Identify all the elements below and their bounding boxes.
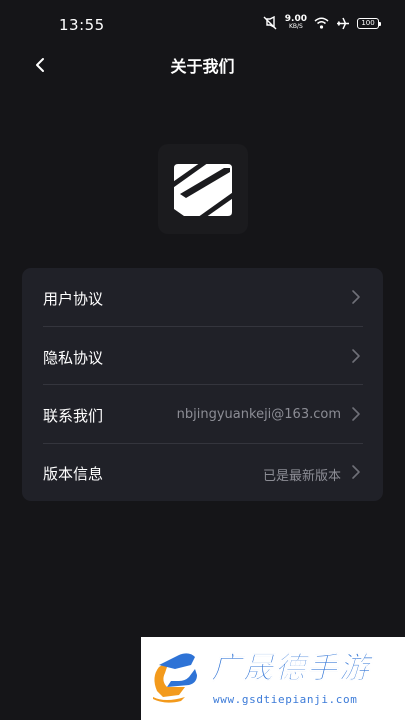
watermark-banner: 广晟德手游 www.gsdtiepianji.com — [141, 637, 405, 720]
wifi-icon — [314, 17, 329, 29]
menu-item-user-agreement[interactable]: 用户协议 — [22, 268, 383, 326]
network-speed-unit: KB/S — [288, 23, 303, 30]
mute-icon — [263, 16, 277, 30]
watermark-title-text: 广晟德手游 — [211, 651, 374, 686]
app-logo — [158, 144, 248, 234]
battery-level: 100 — [361, 19, 375, 27]
contact-email: nbjingyuankeji@163.com — [176, 407, 341, 422]
chevron-right-icon — [352, 290, 360, 304]
watermark-logo-icon — [153, 653, 197, 703]
network-speed: 9.00 KB/S — [285, 15, 307, 31]
settings-card: 用户协议 隐私协议 联系我们 nbjingyuankeji@163.com 版本… — [22, 268, 383, 501]
menu-item-privacy-policy[interactable]: 隐私协议 — [22, 327, 383, 385]
airplane-icon — [337, 17, 349, 29]
about-us-screen: 13:55 9.00 KB/S 100 关于我们 用户协议 隐私协议 联系我们 … — [0, 0, 405, 720]
menu-item-label: 联系我们 — [43, 407, 104, 425]
battery-icon: 100 — [357, 17, 381, 29]
menu-item-contact-us[interactable]: 联系我们 nbjingyuankeji@163.com — [22, 385, 383, 443]
status-icons: 9.00 KB/S 100 — [262, 15, 381, 31]
status-bar: 13:55 9.00 KB/S 100 — [0, 0, 405, 48]
network-speed-value: 9.00 — [284, 14, 307, 24]
watermark-title: 广晟德手游 — [211, 651, 374, 687]
chevron-right-icon — [352, 349, 360, 363]
chevron-right-icon — [352, 407, 360, 421]
header: 关于我们 — [0, 46, 405, 82]
menu-item-label: 版本信息 — [43, 465, 104, 483]
version-status: 已是最新版本 — [262, 469, 341, 484]
watermark-url: www.gsdtiepianji.com — [213, 693, 358, 706]
menu-item-version-info[interactable]: 版本信息 已是最新版本 — [22, 443, 383, 501]
menu-item-label: 隐私协议 — [43, 349, 104, 367]
chevron-right-icon — [352, 465, 360, 479]
menu-item-label: 用户协议 — [43, 290, 104, 308]
page-title: 关于我们 — [170, 57, 235, 76]
app-logo-icon — [174, 164, 232, 216]
status-time: 13:55 — [59, 16, 105, 34]
